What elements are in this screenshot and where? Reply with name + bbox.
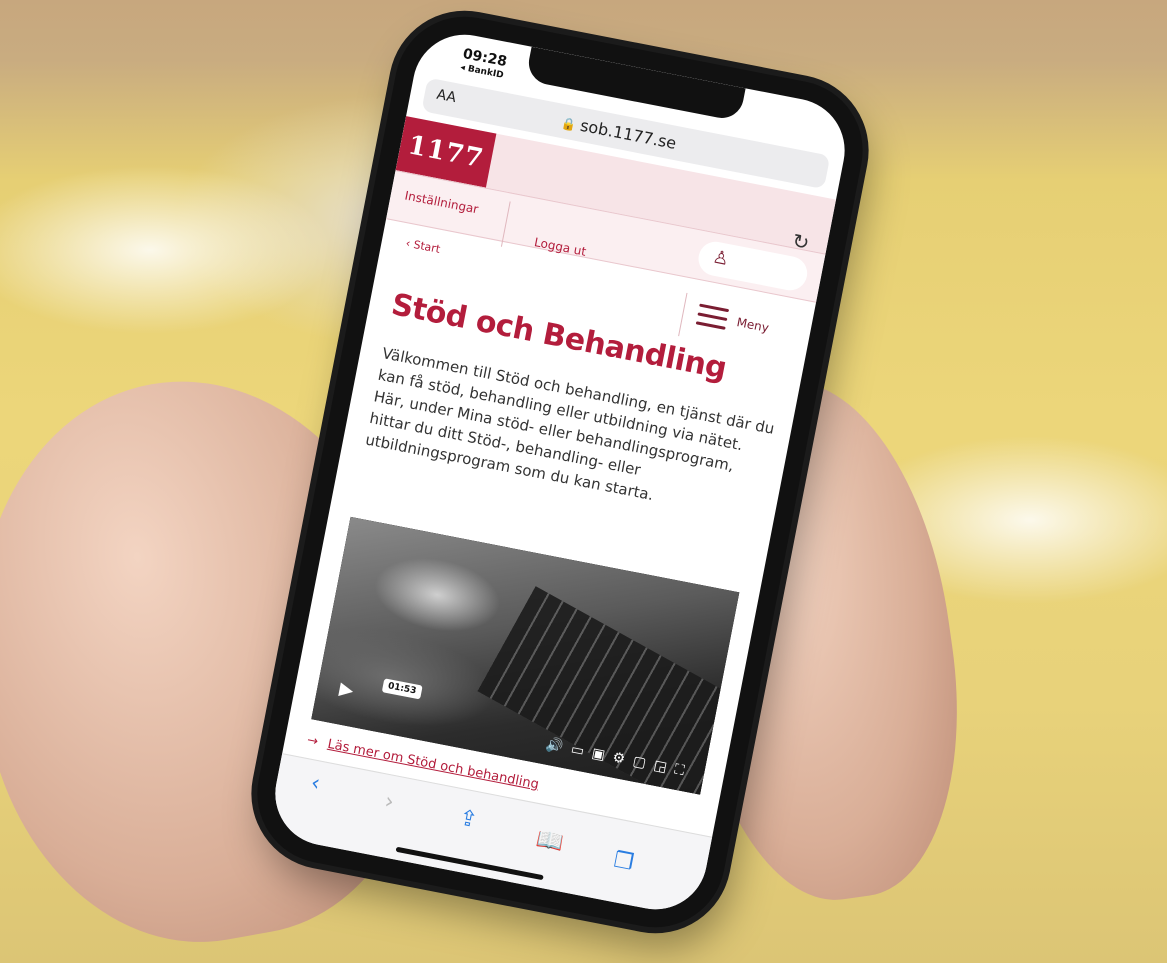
phone-frame: 09:28 ◂ BankID ▂▃▅ 4G ▬ AA 🔒sob.1177.se … xyxy=(245,4,875,940)
phone-screen: 09:28 ◂ BankID ▂▃▅ 4G ▬ AA 🔒sob.1177.se … xyxy=(266,25,854,919)
breadcrumb-start[interactable]: ‹ Start xyxy=(405,237,442,256)
book-icon[interactable]: 📖 xyxy=(534,827,566,857)
phone: 09:28 ◂ BankID ▂▃▅ 4G ▬ AA 🔒sob.1177.se … xyxy=(245,4,875,940)
share-icon[interactable]: ⇪ xyxy=(457,805,480,833)
user-icon: ♙ xyxy=(710,246,731,271)
fullscreen-icon[interactable]: ⛶ xyxy=(673,761,694,780)
forward-icon[interactable]: › xyxy=(383,789,396,815)
lock-icon: 🔒 xyxy=(560,116,578,133)
back-icon[interactable]: ‹ xyxy=(309,770,322,796)
arrow-right-icon: → xyxy=(305,732,320,750)
user-button[interactable]: ♙ xyxy=(695,238,811,294)
home-indicator xyxy=(395,846,544,881)
settings-link[interactable]: Inställningar xyxy=(404,188,480,216)
text-size-button[interactable]: AA xyxy=(435,87,457,106)
hamburger-icon xyxy=(695,303,730,336)
menu-label: Meny xyxy=(735,315,771,336)
photo-scene: 09:28 ◂ BankID ▂▃▅ 4G ▬ AA 🔒sob.1177.se … xyxy=(0,0,1167,963)
tabs-icon[interactable]: ❐ xyxy=(612,848,636,876)
logout-link[interactable]: Logga ut xyxy=(533,235,587,259)
nav-divider xyxy=(500,201,511,247)
